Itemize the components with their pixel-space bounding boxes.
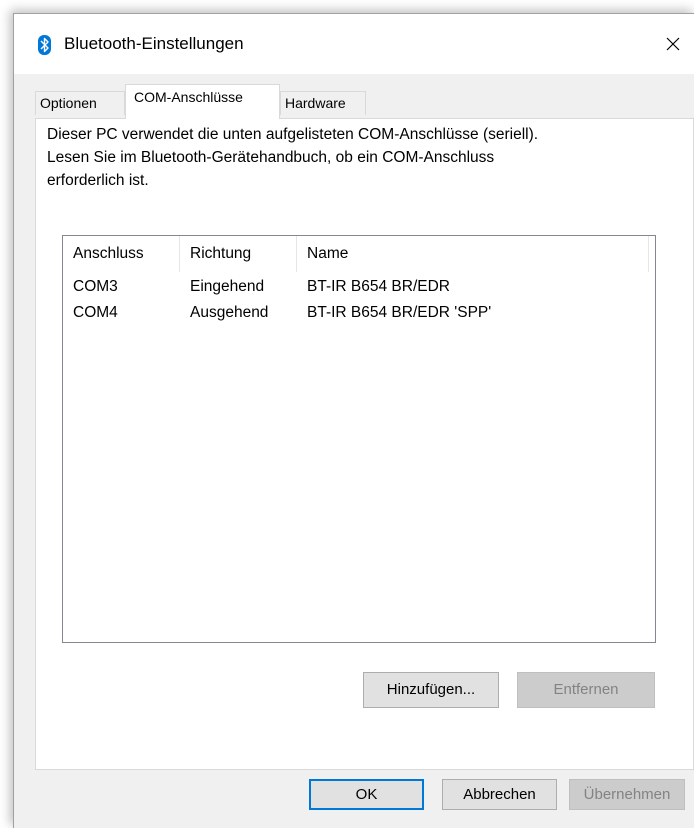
bluetooth-settings-dialog: Bluetooth-Einstellungen Optionen COM-Ans… <box>13 13 694 828</box>
tab-optionen[interactable]: Optionen <box>35 91 125 115</box>
tab-label: COM-Anschlüsse <box>134 89 243 105</box>
list-item[interactable]: COM3 Eingehend BT-IR B654 BR/EDR <box>63 274 655 300</box>
title-bar[interactable]: Bluetooth-Einstellungen <box>14 14 694 74</box>
tab-com-anschluesse[interactable]: COM-Anschlüsse <box>125 84 280 119</box>
close-button[interactable] <box>651 26 694 62</box>
list-header: Anschluss Richtung Name <box>63 236 655 272</box>
add-button[interactable]: Hinzufügen... <box>363 672 499 708</box>
direction-cell: Eingehend <box>190 278 265 295</box>
column-header-name[interactable]: Name <box>297 236 649 272</box>
column-header-anschluss[interactable]: Anschluss <box>63 236 180 272</box>
close-icon <box>666 37 680 51</box>
description-line: Lesen Sie im Bluetooth-Gerätehandbuch, o… <box>47 149 495 166</box>
tab-label: Hardware <box>285 95 346 111</box>
window-title: Bluetooth-Einstellungen <box>64 34 244 53</box>
tab-hardware[interactable]: Hardware <box>280 91 366 115</box>
com-ports-panel: Dieser PC verwendet die unten aufgeliste… <box>35 118 694 770</box>
com-ports-list[interactable]: Anschluss Richtung Name COM3 Eingehend B… <box>62 235 656 643</box>
name-cell: BT-IR B654 BR/EDR 'SPP' <box>307 304 492 321</box>
description-line: Dieser PC verwendet die unten aufgeliste… <box>47 126 539 143</box>
direction-cell: Ausgehend <box>190 304 269 321</box>
tab-label: Optionen <box>40 95 97 111</box>
remove-button[interactable]: Entfernen <box>517 672 655 708</box>
port-cell: COM4 <box>73 304 118 321</box>
name-cell: BT-IR B654 BR/EDR <box>307 278 450 295</box>
cancel-button[interactable]: Abbrechen <box>442 779 557 810</box>
column-header-richtung[interactable]: Richtung <box>180 236 297 272</box>
ok-button[interactable]: OK <box>309 779 424 810</box>
apply-button[interactable]: Übernehmen <box>569 779 685 810</box>
list-item[interactable]: COM4 Ausgehend BT-IR B654 BR/EDR 'SPP' <box>63 300 655 326</box>
description-text: Dieser PC verwendet die unten aufgeliste… <box>47 123 687 192</box>
bluetooth-icon <box>38 35 51 55</box>
description-line: erforderlich ist. <box>47 172 149 189</box>
port-cell: COM3 <box>73 278 118 295</box>
